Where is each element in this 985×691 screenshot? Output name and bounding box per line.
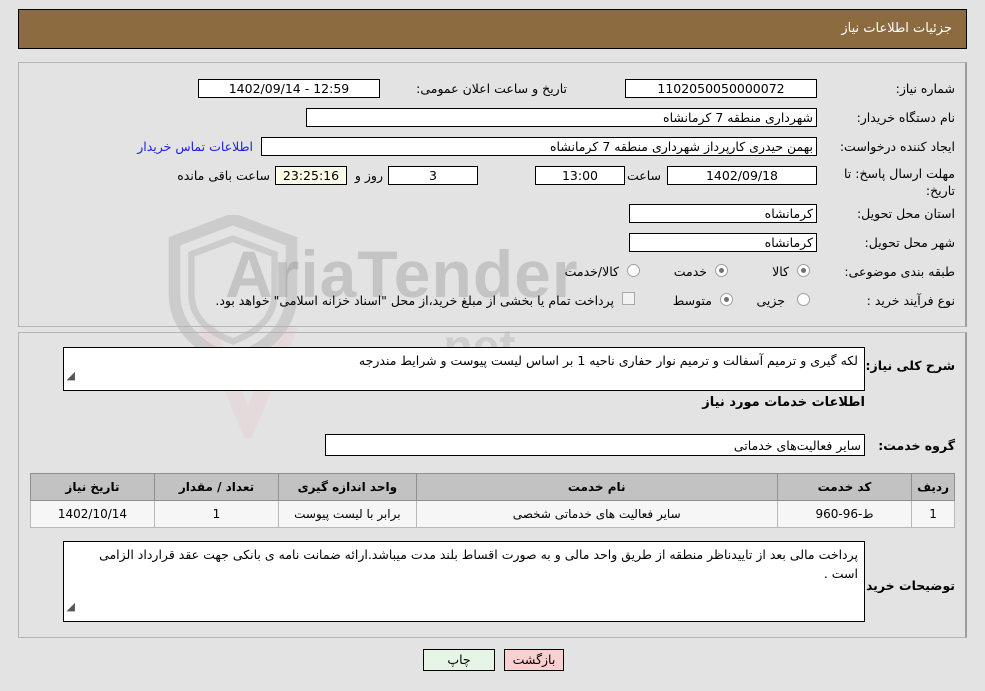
need-number-value: 1102050050000072 (625, 79, 817, 98)
radio-purchase-motavasset[interactable] (720, 293, 733, 306)
services-panel: شرح کلی نیاز: لکه گیری و ترمیم آسفالت و … (18, 332, 967, 638)
service-group-label: گروه خدمت: (878, 438, 955, 453)
need-description-value[interactable]: لکه گیری و ترمیم آسفالت و ترمیم نوار حفا… (63, 347, 865, 391)
purchase-type-label: نوع فرآیند خرید : (866, 293, 955, 308)
reply-deadline-time-label: ساعت (626, 168, 661, 183)
buyer-contact-link[interactable]: اطلاعات تماس خریدار (137, 137, 253, 156)
service-group-value: سایر فعالیت‌های خدماتی (325, 434, 865, 456)
col-service-name: نام خدمت (415, 473, 778, 501)
treasury-bond-note: پرداخت تمام یا بخشی از مبلغ خرید،از محل … (215, 293, 614, 308)
cell-need-date: 1402/10/14 (30, 500, 155, 528)
delivery-city-label: شهر محل تحویل: (864, 235, 955, 250)
row-subject-classification: طبقه بندی موضوعی: کالا خدمت کالا/خدمت (19, 262, 965, 288)
countdown-timer: 23:25:16 (275, 166, 347, 185)
radio-purchase-jozii-label: جزیی (756, 293, 785, 308)
countdown-label: ساعت باقی مانده (177, 168, 270, 183)
cell-index: 1 (911, 500, 955, 528)
row-delivery-city: شهر محل تحویل: کرمانشاه (19, 233, 965, 259)
request-creator-value: بهمن حیدری کارپرداز شهرداری منطقه 7 کرما… (261, 137, 817, 156)
public-announce-value: 12:59 - 1402/09/14 (198, 79, 380, 98)
request-creator-label: ایجاد کننده درخواست: (839, 139, 955, 154)
remaining-days: 3 (388, 166, 478, 185)
services-section-heading: اطلاعات خدمات مورد نیاز (702, 395, 865, 410)
row-purchase-type: نوع فرآیند خرید : جزیی متوسط پرداخت تمام… (19, 291, 965, 317)
delivery-province-value: کرمانشاه (629, 204, 817, 223)
buyer-notes-value[interactable]: پرداخت مالی بعد از تاییدناظر منطقه از طر… (63, 541, 865, 622)
table-header-row: ردیف کد خدمت نام خدمت واحد اندازه گیری ت… (30, 473, 955, 501)
col-service-code: کد خدمت (776, 473, 913, 501)
row-request-creator: ایجاد کننده درخواست: بهمن حیدری کارپرداز… (19, 137, 965, 163)
reply-deadline-label: مهلت ارسال پاسخ: تا تاریخ: (844, 166, 955, 198)
col-need-date: تاریخ نیاز (30, 473, 155, 501)
buyer-org-value: شهرداری منطقه 7 کرمانشاه (306, 108, 817, 127)
cell-service-code: ط-96-960 (776, 500, 913, 528)
public-announce-label: تاریخ و ساعت اعلان عمومی: (416, 81, 567, 96)
need-info-panel: شماره نیاز: 1102050050000072 تاریخ و ساع… (18, 62, 967, 327)
cell-unit: برابر با لیست پیوست (278, 500, 417, 528)
reply-deadline-time: 13:00 (535, 166, 625, 185)
cell-quantity: 1 (153, 500, 280, 528)
col-index: ردیف (911, 473, 955, 501)
buyer-org-label: نام دستگاه خریدار: (856, 110, 955, 125)
delivery-city-value: کرمانشاه (629, 233, 817, 252)
col-unit: واحد اندازه گیری (278, 473, 417, 501)
table-row[interactable]: 1 ط-96-960 سایر فعالیت های خدماتی شخصی ب… (30, 500, 955, 528)
reply-deadline-date: 1402/09/18 (667, 166, 817, 185)
row-delivery-province: استان محل تحویل: کرمانشاه (19, 204, 965, 230)
need-description-label: شرح کلی نیاز: (865, 358, 955, 373)
radio-subject-kala[interactable] (797, 264, 810, 277)
radio-subject-khedmat-label: خدمت (673, 264, 707, 279)
buyer-notes-label: توضیحات خریدار: (849, 578, 955, 593)
cell-service-name: سایر فعالیت های خدماتی شخصی (415, 500, 778, 528)
radio-subject-kala-khedmat[interactable] (627, 264, 640, 277)
radio-subject-khedmat[interactable] (715, 264, 728, 277)
services-table: ردیف کد خدمت نام خدمت واحد اندازه گیری ت… (30, 473, 955, 528)
row-buyer-org: نام دستگاه خریدار: شهرداری منطقه 7 کرمان… (19, 108, 965, 134)
col-quantity: تعداد / مقدار (153, 473, 280, 501)
back-button[interactable]: بازگشت (504, 649, 564, 671)
radio-subject-kala-khedmat-label: کالا/خدمت (564, 264, 619, 279)
radio-purchase-motavasset-label: متوسط (672, 293, 712, 308)
radio-purchase-jozii[interactable] (797, 293, 810, 306)
print-button[interactable]: چاپ (423, 649, 495, 671)
treasury-bond-checkbox[interactable] (622, 292, 635, 305)
page-title: جزئیات اطلاعات نیاز (841, 21, 952, 36)
page-header-bar: جزئیات اطلاعات نیاز (18, 9, 967, 49)
delivery-province-label: استان محل تحویل: (856, 206, 955, 221)
remaining-days-label: روز و (354, 168, 383, 183)
subject-class-label: طبقه بندی موضوعی: (844, 264, 955, 279)
row-need-number: شماره نیاز: 1102050050000072 تاریخ و ساع… (19, 79, 965, 105)
row-reply-deadline: مهلت ارسال پاسخ: تا تاریخ: 1402/09/18 سا… (19, 166, 965, 206)
need-number-label: شماره نیاز: (895, 81, 955, 96)
radio-subject-kala-label: کالا (772, 264, 789, 279)
